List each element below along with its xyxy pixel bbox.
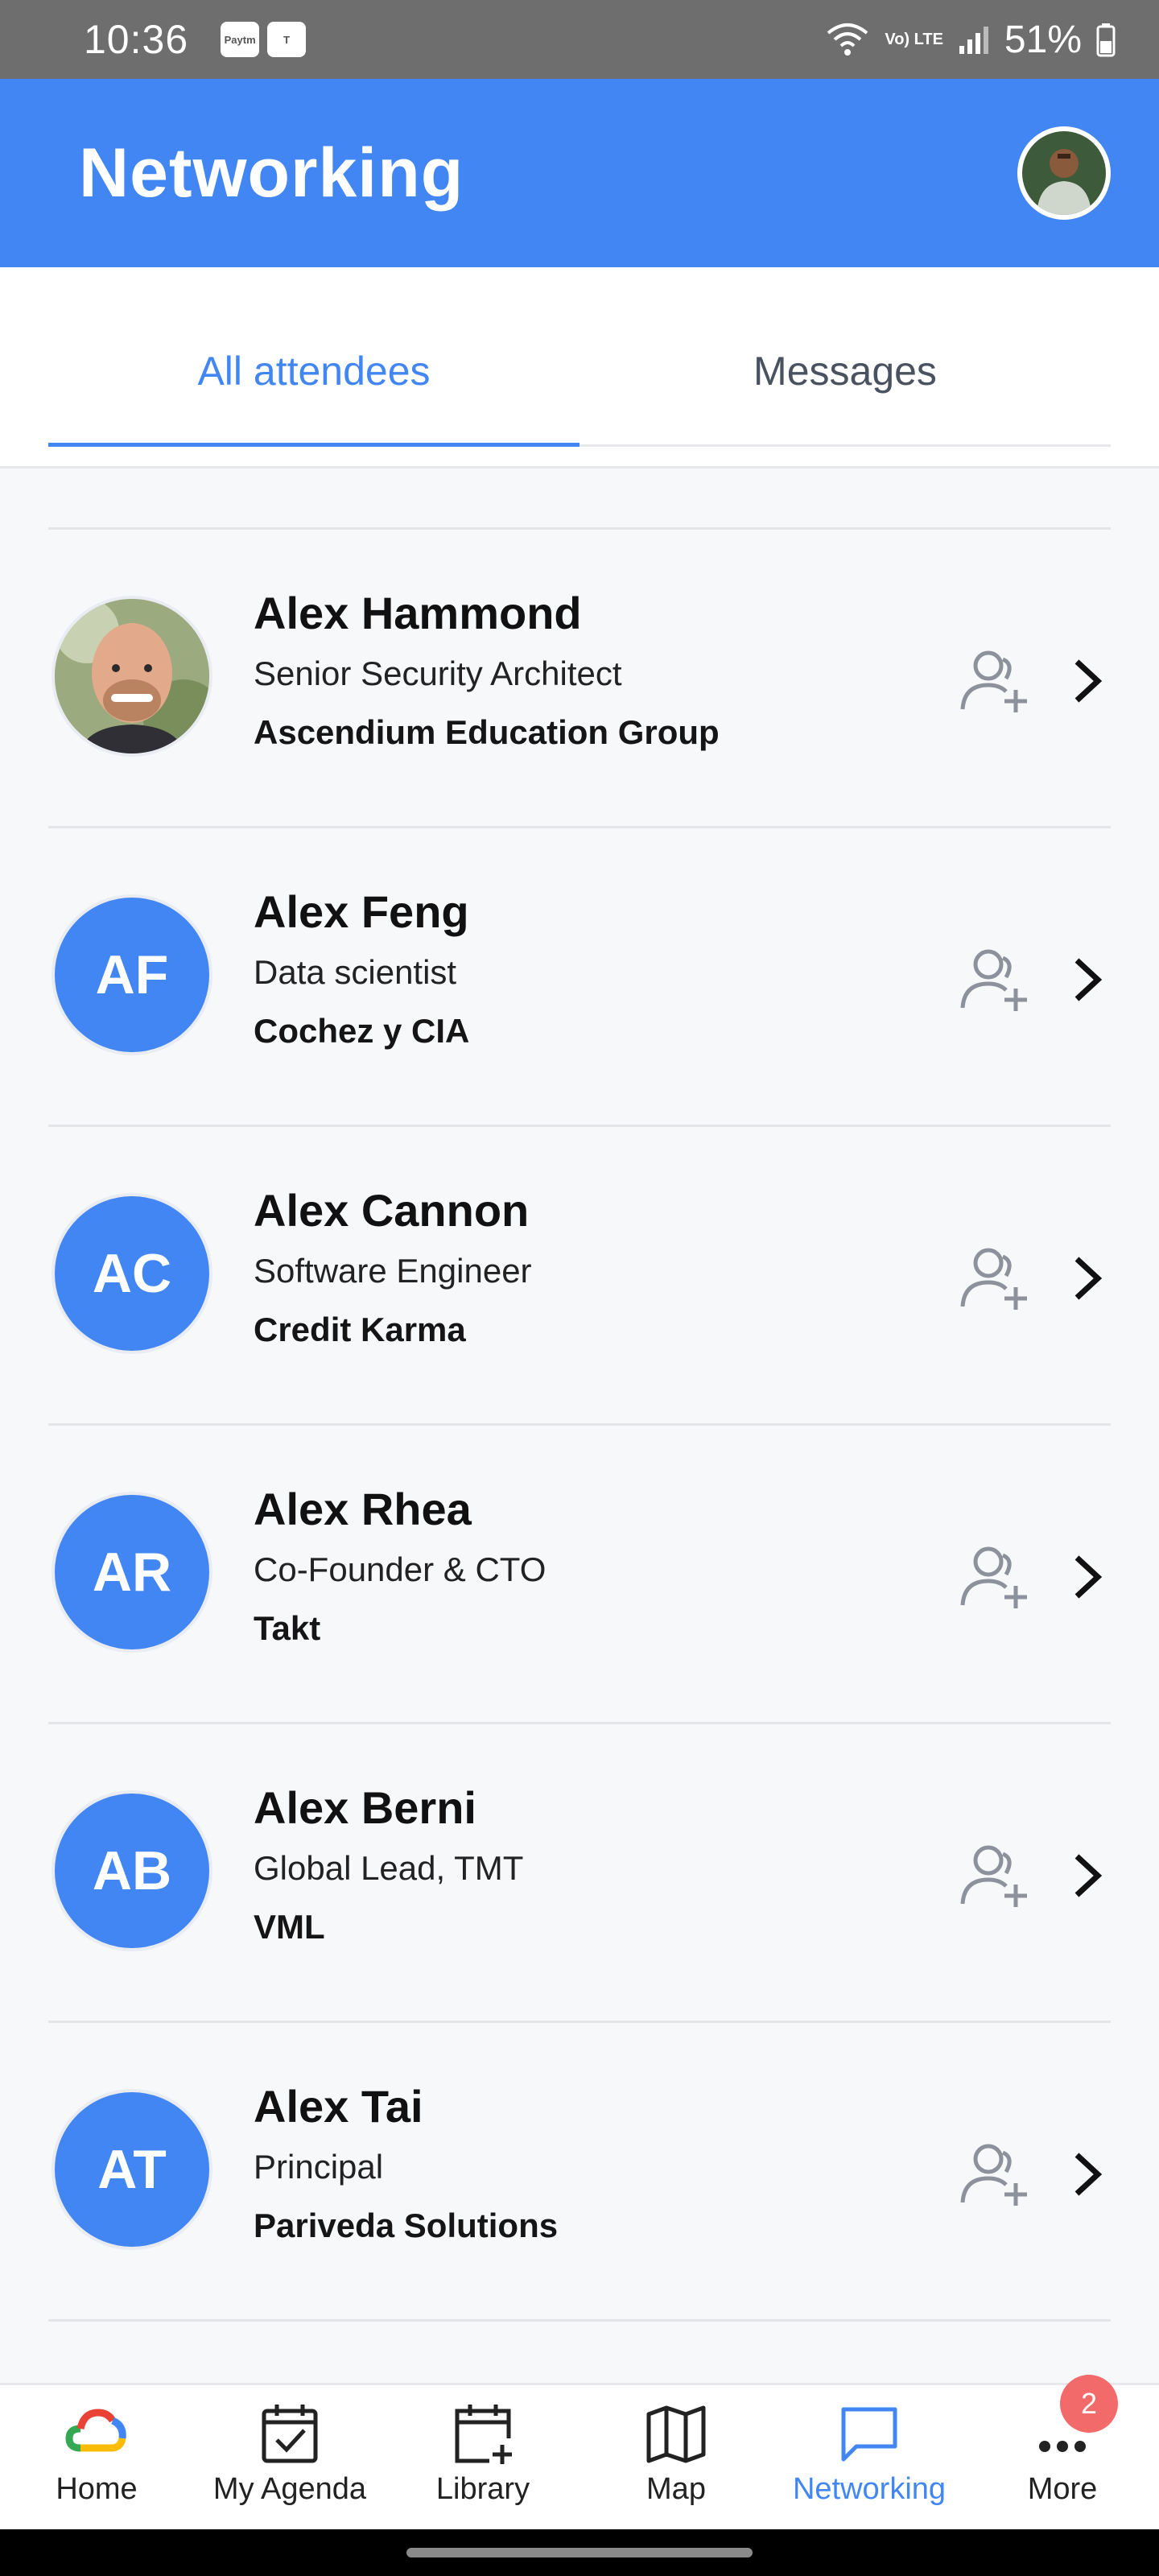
volte-indicator: Vo) LTE [885, 31, 943, 48]
attendee-company: Takt [254, 1609, 321, 1647]
attendee-row[interactable]: Alex Hammond Senior Security Architect A… [48, 530, 1111, 828]
attendee-info: Alex Hammond Senior Security Architect A… [254, 583, 720, 762]
teams-icon: T [267, 22, 307, 57]
attendee-list: Alex Hammond Senior Security Architect A… [48, 527, 1111, 2322]
battery-percentage: 51% [1004, 18, 1082, 61]
attendee-name: Alex Feng [254, 886, 469, 937]
attendee-avatar: AF [52, 894, 212, 1055]
attendee-company: Credit Karma [254, 1311, 466, 1348]
attendee-name: Alex Rhea [254, 1484, 472, 1534]
attendee-avatar-photo [52, 596, 212, 757]
attendee-title: Global Lead, TMT [254, 1849, 524, 1887]
add-contact-icon[interactable] [958, 1244, 1030, 1311]
nav-label: Networking [792, 2472, 947, 2506]
chat-icon [841, 2407, 897, 2462]
attendee-title: Data scientist [254, 953, 457, 991]
attendee-name: Alex Hammond [254, 588, 582, 638]
home-gesture-handle[interactable] [406, 2548, 753, 2557]
attendee-info: Alex Rhea Co-Founder & CTO Takt [254, 1479, 546, 1657]
attendee-title: Software Engineer [254, 1252, 532, 1290]
attendee-name: Alex Tai [254, 2081, 423, 2132]
add-contact-icon[interactable] [958, 1542, 1030, 1610]
attendee-company: VML [254, 1908, 325, 1946]
attendee-info: Alex Feng Data scientist Cochez y CIA [254, 881, 469, 1060]
chevron-right-icon[interactable] [1069, 1553, 1107, 1601]
attendee-info: Alex Berni Global Lead, TMT VML [254, 1777, 523, 1956]
attendee-company: Cochez y CIA [254, 1012, 470, 1050]
system-gesture-bar [0, 2529, 1159, 2576]
attendee-info: Alex Tai Principal Pariveda Solutions [254, 2076, 558, 2255]
nav-label: Library [435, 2472, 530, 2506]
status-bar: 10:36 Paytm T Vo) LTE 51% [0, 0, 1159, 79]
signal-icon [959, 27, 988, 54]
nav-label: Map [646, 2472, 706, 2506]
attendee-row[interactable]: AT Alex Tai Principal Pariveda Solutions [48, 2023, 1111, 2322]
google-cloud-icon [65, 2409, 126, 2452]
nav-label: More [1027, 2472, 1098, 2506]
attendee-title: Senior Security Architect [254, 654, 622, 692]
active-tab-indicator [48, 443, 580, 447]
add-contact-icon[interactable] [958, 646, 1030, 714]
add-contact-icon[interactable] [958, 2140, 1030, 2207]
status-notification-icons: Paytm T [221, 22, 307, 57]
nav-item-my-agenda[interactable]: My Agenda [193, 2385, 386, 2529]
tab-track [580, 444, 1111, 447]
chevron-right-icon[interactable] [1069, 956, 1107, 1004]
attendee-info: Alex Cannon Software Engineer Credit Kar… [254, 1180, 532, 1359]
map-icon [646, 2405, 706, 2463]
attendee-row[interactable]: AF Alex Feng Data scientist Cochez y CIA [48, 828, 1111, 1127]
attendee-company: Pariveda Solutions [254, 2207, 559, 2244]
attendee-row[interactable]: AC Alex Cannon Software Engineer Credit … [48, 1127, 1111, 1426]
attendee-avatar: AB [52, 1790, 212, 1951]
profile-avatar[interactable] [1017, 126, 1111, 220]
add-contact-icon[interactable] [958, 1841, 1030, 1909]
attendee-title: Principal [254, 2148, 384, 2186]
tab-messages[interactable]: Messages [580, 348, 1111, 420]
wifi-icon [827, 23, 868, 56]
attendee-name: Alex Cannon [254, 1185, 530, 1236]
calendar-plus-icon [455, 2405, 512, 2464]
attendee-avatar: AT [52, 2089, 212, 2250]
nav-item-map[interactable]: Map [580, 2385, 773, 2529]
attendee-avatar: AC [52, 1193, 212, 1354]
attendee-avatar: AR [52, 1492, 212, 1653]
add-contact-icon[interactable] [958, 945, 1030, 1013]
nav-item-home[interactable]: Home [0, 2385, 193, 2529]
tab-all-attendees[interactable]: All attendees [48, 348, 580, 420]
attendee-title: Co-Founder & CTO [254, 1550, 547, 1588]
attendee-row[interactable]: AR Alex Rhea Co-Founder & CTO Takt [48, 1426, 1111, 1724]
calendar-check-icon [262, 2405, 318, 2463]
more-notification-badge: 2 [1060, 2375, 1118, 2433]
page-title: Networking [79, 134, 464, 212]
battery-icon [1096, 23, 1116, 57]
attendee-company: Ascendium Education Group [254, 713, 720, 751]
tab-bar: All attendees Messages [0, 267, 1159, 469]
paytm-icon: Paytm [221, 22, 260, 57]
attendee-row[interactable]: AB Alex Berni Global Lead, TMT VML [48, 1724, 1111, 2023]
nav-item-networking[interactable]: Networking [773, 2385, 966, 2529]
bottom-nav: Home My Agenda Library Map Networking Mo… [0, 2383, 1159, 2529]
chevron-right-icon[interactable] [1069, 1254, 1107, 1302]
status-indicators: Vo) LTE 51% [825, 18, 1116, 62]
nav-label: My Agenda [212, 2472, 367, 2506]
chevron-right-icon[interactable] [1069, 2150, 1107, 2198]
nav-label: Home [56, 2472, 138, 2506]
attendee-name: Alex Berni [254, 1782, 476, 1833]
nav-item-library[interactable]: Library [386, 2385, 580, 2529]
chevron-right-icon[interactable] [1069, 1852, 1107, 1900]
status-time: 10:36 [84, 17, 189, 62]
chevron-right-icon[interactable] [1069, 657, 1107, 705]
app-bar: Networking [0, 79, 1159, 267]
